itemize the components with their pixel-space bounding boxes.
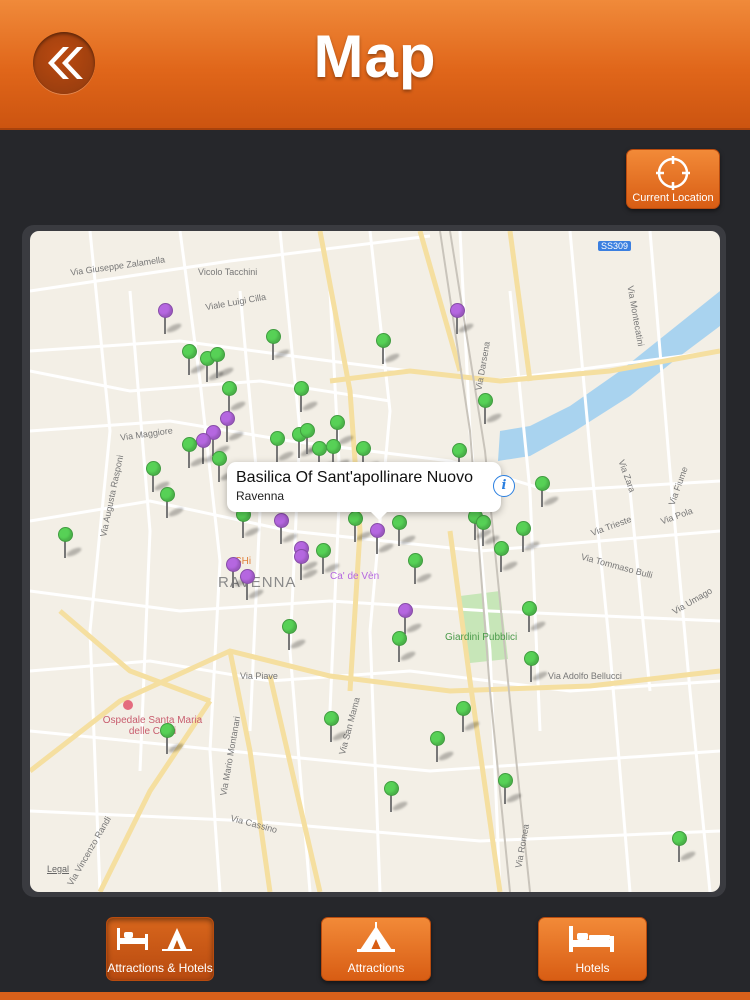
map-pin[interactable] xyxy=(348,511,373,545)
map-pin[interactable] xyxy=(384,781,409,815)
map-pin[interactable] xyxy=(392,515,417,549)
tab-label: Attractions xyxy=(347,961,405,975)
map-pin[interactable] xyxy=(220,411,245,445)
map-pin[interactable] xyxy=(408,553,433,587)
tab-attractions-and-hotels[interactable]: Attractions & Hotels xyxy=(106,917,214,981)
map-pin[interactable] xyxy=(282,619,307,653)
tab-label: Hotels xyxy=(575,961,610,975)
road-badge: SS309 xyxy=(598,241,632,251)
callout-title: Basilica Of Sant'apollinare Nuovo xyxy=(236,469,473,486)
legal-link[interactable]: Legal xyxy=(47,864,69,874)
map-pin[interactable] xyxy=(522,601,547,635)
hospital-label: Ospedale Santa Maria delle Croci xyxy=(102,715,203,737)
map-pin[interactable] xyxy=(146,461,171,495)
tab-label: Attractions & Hotels xyxy=(107,961,213,975)
map-pin[interactable] xyxy=(270,431,295,465)
map-pin[interactable] xyxy=(494,541,519,575)
map-pin[interactable] xyxy=(58,527,83,561)
park-label: Giardini Pubblici xyxy=(445,632,518,643)
info-icon[interactable]: i xyxy=(493,475,515,497)
map-pin[interactable] xyxy=(456,701,481,735)
page-title: Map xyxy=(313,23,437,90)
map-pin[interactable] xyxy=(430,731,455,765)
map-pin[interactable] xyxy=(236,507,261,541)
map-pin[interactable] xyxy=(524,651,549,685)
map-pin[interactable] xyxy=(158,303,183,337)
street-label: Vicolo Tacchini xyxy=(198,267,258,277)
bottom-tab-bar: Attractions & Hotels Attractions Hotels xyxy=(0,905,750,1000)
map-pin[interactable] xyxy=(535,476,560,510)
street-label: Via Adolfo Bellucci xyxy=(548,671,622,681)
map-pin[interactable] xyxy=(370,523,395,557)
map-pin[interactable] xyxy=(450,303,475,337)
bed-icon xyxy=(569,926,614,952)
map-pin[interactable] xyxy=(160,723,185,757)
bottom-accent-line xyxy=(0,992,750,1000)
map-pin[interactable] xyxy=(324,711,349,745)
hospital-icon xyxy=(123,700,133,710)
map-pin[interactable] xyxy=(266,329,291,363)
map-pin[interactable] xyxy=(478,393,503,427)
map-pin[interactable] xyxy=(160,487,185,521)
map-pin[interactable] xyxy=(392,631,417,665)
map-pin[interactable] xyxy=(294,549,319,583)
map-callout[interactable]: Basilica Of Sant'apollinare Nuovo Ravenn… xyxy=(227,462,501,520)
map-pin[interactable] xyxy=(212,451,237,485)
map-pin[interactable] xyxy=(226,557,251,591)
map-pin[interactable] xyxy=(182,344,207,378)
map-pin[interactable] xyxy=(274,513,299,547)
map-pin[interactable] xyxy=(222,381,247,415)
map-pin[interactable] xyxy=(516,521,541,555)
header-bar: Map xyxy=(0,0,750,130)
map-pin[interactable] xyxy=(376,333,401,367)
tab-attractions[interactable]: Attractions xyxy=(321,917,431,981)
map-pin[interactable] xyxy=(316,543,341,577)
street-label: Via Piave xyxy=(240,671,278,681)
map-pin[interactable] xyxy=(672,831,697,865)
tent-icon xyxy=(357,922,395,952)
tab-hotels[interactable]: Hotels xyxy=(538,917,647,981)
current-location-button[interactable]: Current Location xyxy=(626,149,720,209)
bed-and-tent-icon xyxy=(117,928,192,951)
crosshair-icon xyxy=(656,156,690,190)
callout-subtitle: Ravenna xyxy=(236,489,285,503)
cafe-label: Ca' de Vèn xyxy=(330,571,380,582)
map-pin[interactable] xyxy=(240,569,265,603)
map-pin[interactable] xyxy=(294,381,319,415)
map-pin[interactable] xyxy=(498,773,523,807)
current-location-label: Current Location xyxy=(632,192,714,204)
map-pin[interactable] xyxy=(182,437,207,471)
map-view[interactable]: Via Giuseppe Zalamella Vicolo Tacchini V… xyxy=(30,231,720,892)
map-pin[interactable] xyxy=(476,515,501,549)
map-pin[interactable] xyxy=(210,347,235,381)
